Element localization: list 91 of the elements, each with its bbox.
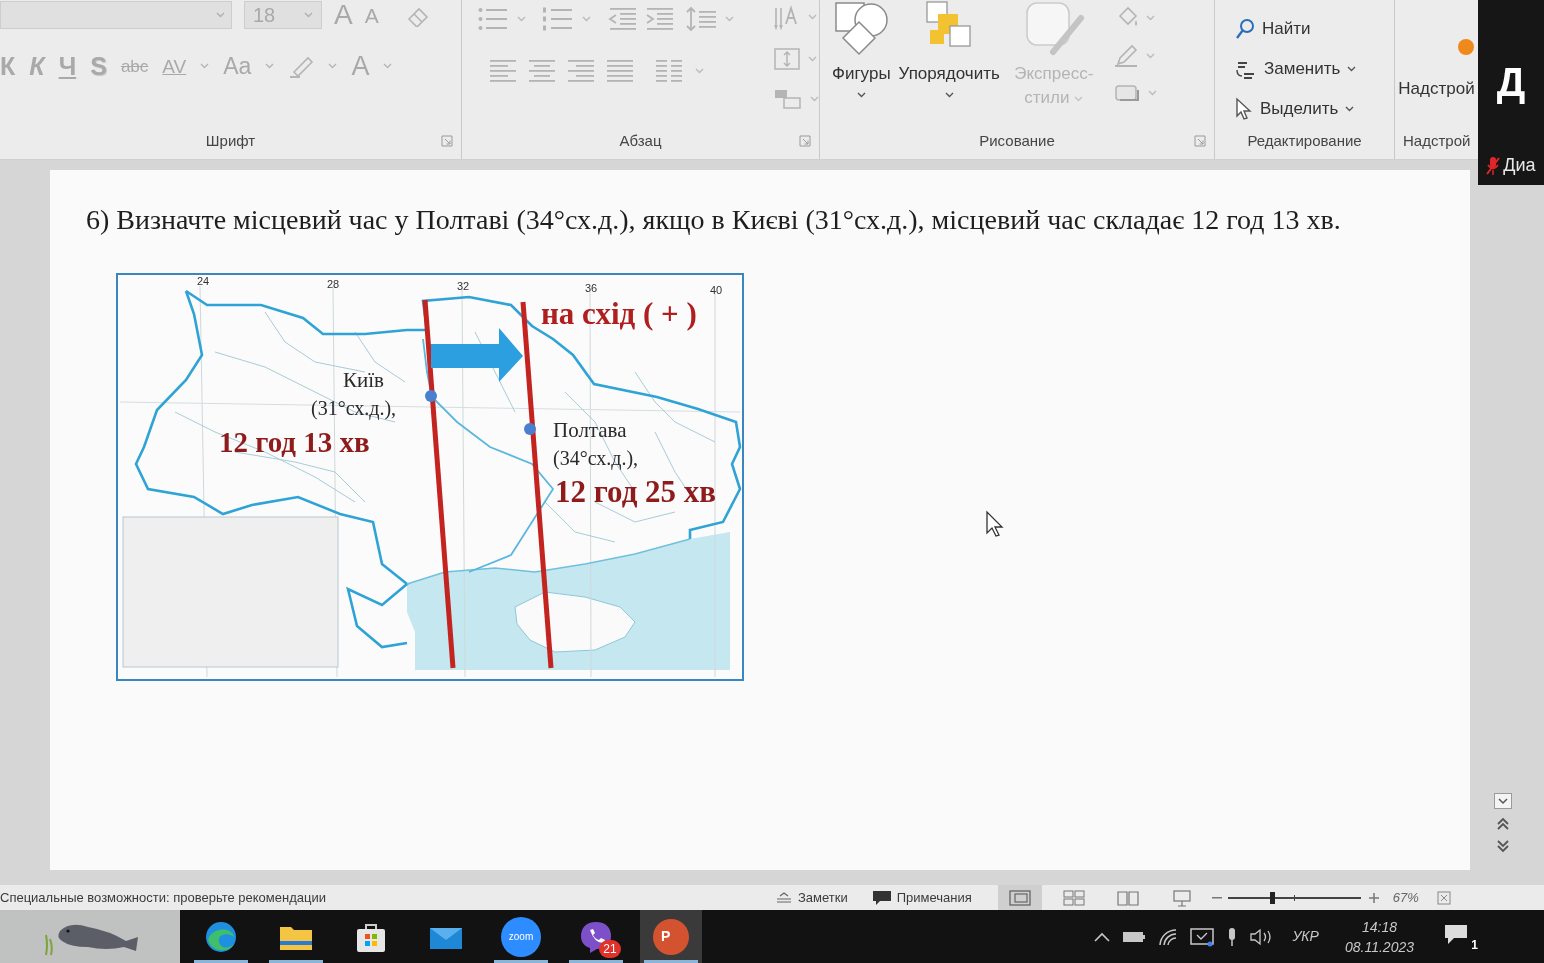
align-right-icon[interactable] bbox=[568, 59, 594, 83]
zoom-percent[interactable]: 67% bbox=[1392, 887, 1419, 908]
notes-button[interactable]: Заметки bbox=[776, 887, 848, 908]
dot-icon bbox=[1456, 38, 1475, 56]
book-icon bbox=[1116, 889, 1139, 906]
comments-button[interactable]: Примечания bbox=[871, 887, 972, 908]
caret-icon[interactable] bbox=[1345, 106, 1355, 112]
smartart-icon[interactable] bbox=[774, 88, 802, 110]
notes-icon bbox=[776, 891, 792, 904]
city-coordinates: (31°сх.д.), bbox=[311, 398, 397, 418]
arrange-button[interactable]: Упорядочить bbox=[898, 0, 1000, 110]
chevron-up-icon[interactable] bbox=[1094, 931, 1111, 942]
city-dot-icon bbox=[425, 390, 437, 402]
increase-indent-icon[interactable] bbox=[645, 7, 673, 31]
taskbar-button[interactable]: 21 bbox=[565, 910, 627, 963]
notification-badge: 21 bbox=[599, 939, 621, 958]
justify-icon[interactable] bbox=[607, 59, 633, 83]
longitude-label: 36 bbox=[585, 283, 598, 294]
align-text-icon[interactable] bbox=[774, 46, 800, 72]
zoom-slider[interactable] bbox=[1227, 891, 1361, 904]
clock[interactable]: 14:18 08.11.2023 bbox=[1344, 916, 1414, 957]
mouse-pointer-icon bbox=[985, 510, 1005, 538]
caret-icon[interactable] bbox=[856, 92, 866, 98]
line-spacing-icon[interactable] bbox=[686, 6, 716, 32]
plus-icon[interactable] bbox=[1368, 892, 1379, 903]
grid-view-icon bbox=[1062, 889, 1085, 906]
direction-label: на схід ( + ) bbox=[541, 298, 697, 329]
slider-thumb[interactable] bbox=[1269, 891, 1275, 904]
decrease-indent-icon[interactable] bbox=[608, 7, 636, 31]
dialog-launcher-icon[interactable] bbox=[1194, 135, 1206, 147]
text-direction-icon[interactable] bbox=[774, 4, 800, 30]
fit-to-window-icon[interactable] bbox=[1436, 890, 1451, 905]
local-time-label: 12 год 25 хв bbox=[555, 476, 717, 507]
cursor-arrow-icon bbox=[1235, 97, 1253, 121]
wave-circle-icon bbox=[205, 920, 237, 953]
addins-button[interactable]: Надстрой bbox=[1398, 38, 1475, 102]
widget-button[interactable] bbox=[0, 910, 180, 963]
normal-view-button[interactable] bbox=[997, 885, 1042, 910]
longitude-label: 24 bbox=[197, 276, 210, 287]
columns-icon[interactable] bbox=[656, 59, 682, 83]
city-dot-icon bbox=[524, 423, 536, 435]
display-icon[interactable] bbox=[1190, 926, 1215, 947]
group-label: Редактирование bbox=[1247, 130, 1362, 151]
question-text: 6) Визначте місцевий час у Полтаві (34°сх.д.), якщо в Києві (31°сх.д.), місцевий час складає 12 год 13 хв. bbox=[86, 204, 1341, 236]
next-slide-icon[interactable] bbox=[1494, 839, 1512, 853]
longitude-label: 40 bbox=[710, 285, 723, 296]
replace-button[interactable]: Заменить bbox=[1235, 56, 1394, 82]
notification-button[interactable]: 1 bbox=[1444, 922, 1478, 951]
wifi-icon[interactable] bbox=[1158, 927, 1179, 946]
group-label: Абзац bbox=[619, 130, 662, 151]
shapes-button[interactable]: Фигуры bbox=[832, 0, 891, 110]
local-time-label: 12 год 13 хв bbox=[219, 428, 370, 457]
scroll-down-icon[interactable] bbox=[1494, 793, 1512, 809]
dialog-launcher-icon[interactable] bbox=[799, 135, 811, 147]
search-icon bbox=[1235, 18, 1255, 40]
language-indicator[interactable]: УКР bbox=[1292, 926, 1319, 947]
battery-icon[interactable] bbox=[1122, 930, 1147, 943]
city-name: Київ bbox=[343, 370, 384, 391]
message-icon bbox=[1444, 922, 1468, 945]
caret-icon[interactable] bbox=[1347, 66, 1357, 72]
bullet-list-icon[interactable] bbox=[478, 7, 508, 31]
notification-count: 1 bbox=[1471, 938, 1478, 951]
group-label: Шрифт bbox=[205, 130, 256, 151]
participant-name: Диа bbox=[1503, 154, 1536, 177]
group-label: Рисование bbox=[979, 130, 1055, 151]
normal-view-icon bbox=[1008, 889, 1031, 906]
city-name: Полтава bbox=[553, 420, 627, 441]
letter-logo: P bbox=[653, 918, 689, 955]
taskbar-button[interactable]: zoom bbox=[490, 910, 552, 963]
participant-initial: Д bbox=[1496, 62, 1526, 102]
group-label: Надстрой bbox=[1403, 130, 1471, 151]
font-name-field[interactable] bbox=[0, 1, 232, 29]
comment-icon bbox=[871, 889, 892, 906]
align-left-icon[interactable] bbox=[490, 59, 516, 83]
accessibility-status[interactable]: Специальные возможности: проверьте рекомендации bbox=[0, 887, 326, 908]
dialog-launcher-icon[interactable] bbox=[441, 135, 453, 147]
city-coordinates: (34°сх.д.), bbox=[553, 448, 639, 468]
select-button[interactable]: Выделить bbox=[1235, 96, 1394, 122]
longitude-label: 32 bbox=[457, 281, 470, 292]
pencil-icon[interactable] bbox=[1113, 44, 1138, 68]
shapes-icon bbox=[833, 0, 890, 56]
align-center-icon[interactable] bbox=[529, 59, 555, 83]
highlighter-icon[interactable] bbox=[288, 54, 315, 78]
find-button[interactable]: Найти bbox=[1235, 16, 1394, 42]
text-logo: zoom bbox=[501, 916, 541, 957]
longitude-label: 28 bbox=[327, 279, 340, 290]
numbered-list-icon[interactable] bbox=[543, 7, 573, 31]
taskbar-button[interactable]: P bbox=[640, 910, 702, 963]
projector-screen-icon bbox=[1172, 888, 1191, 907]
shape-effects-icon[interactable] bbox=[1113, 82, 1140, 104]
caret-icon[interactable] bbox=[944, 92, 954, 98]
